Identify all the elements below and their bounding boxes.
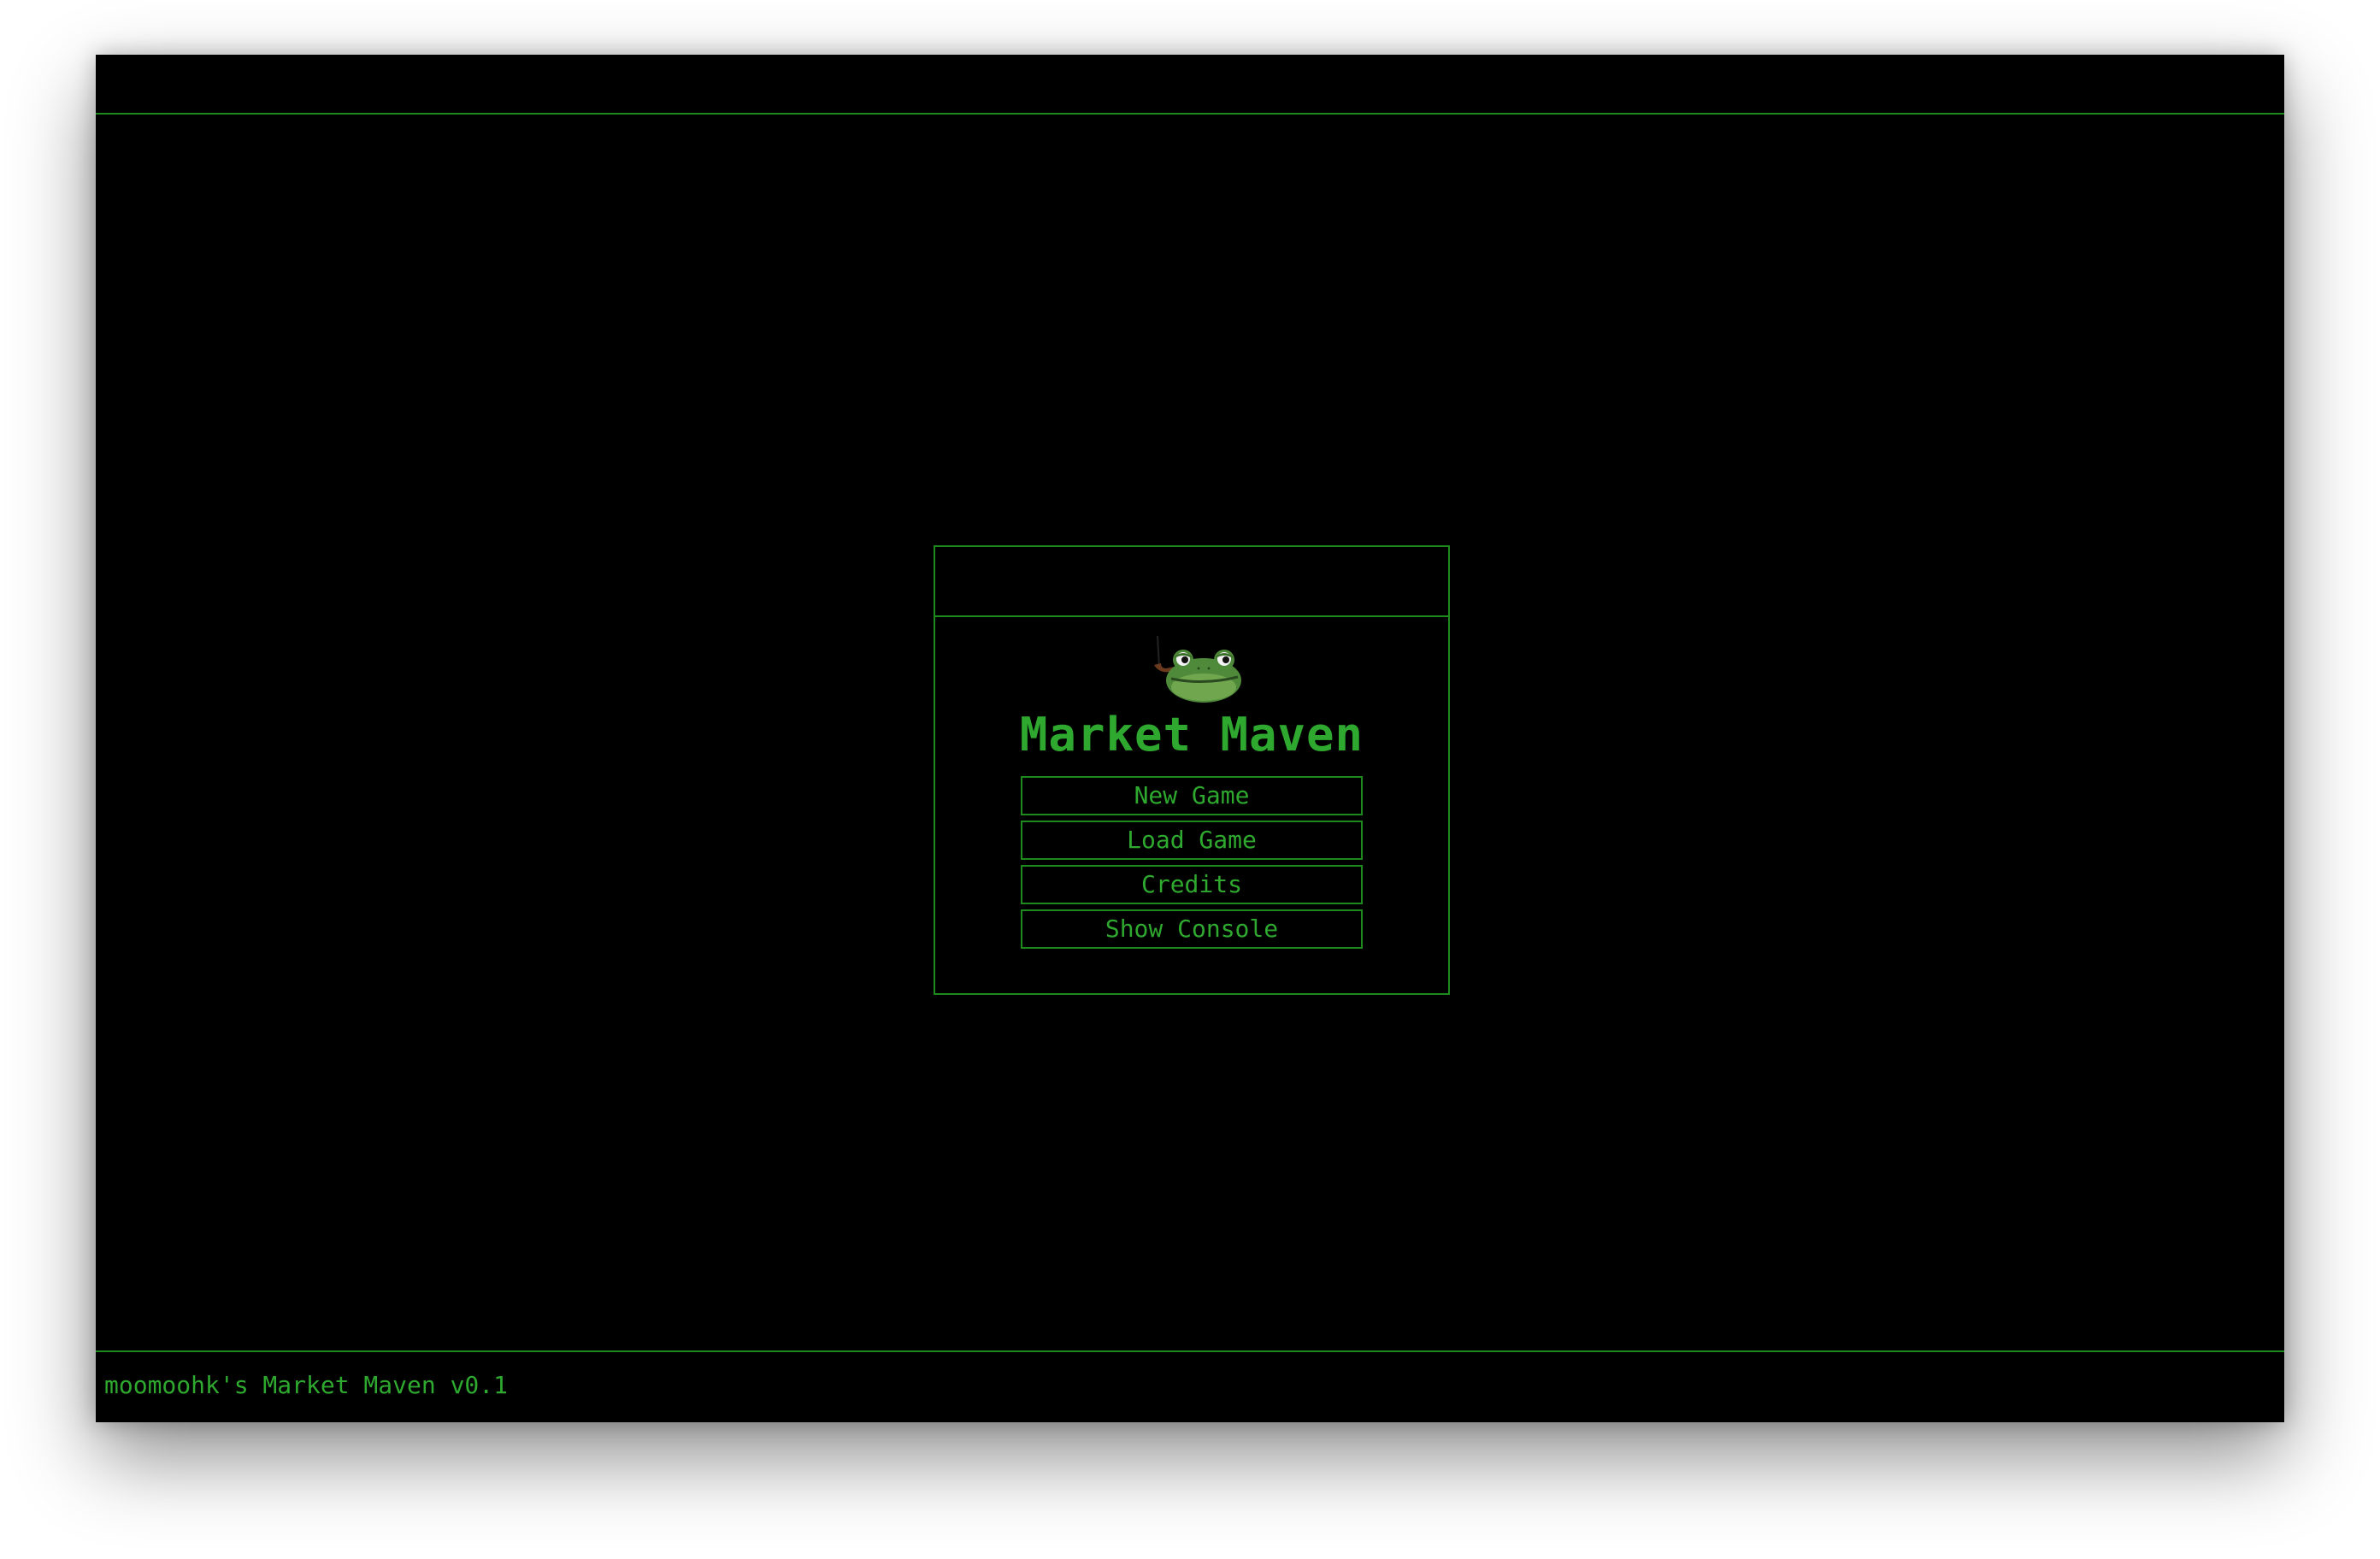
panel-header: [935, 547, 1448, 617]
game-title: Market Maven: [1019, 708, 1364, 762]
status-bar: moomoohk's Market Maven v0.1: [96, 1350, 2284, 1422]
show-console-button[interactable]: Show Console: [1021, 909, 1363, 949]
top-bar: [96, 55, 2284, 115]
frog-smoking-pipe-icon: [1154, 636, 1241, 703]
new-game-button[interactable]: New Game: [1021, 776, 1363, 815]
load-game-button[interactable]: Load Game: [1021, 821, 1363, 860]
credits-button[interactable]: Credits: [1021, 865, 1363, 904]
menu-button-list: New Game Load Game Credits Show Console: [1021, 776, 1363, 954]
app-window: Market Maven New Game Load Game Credits …: [96, 55, 2284, 1422]
main-menu-panel: Market Maven New Game Load Game Credits …: [934, 545, 1450, 995]
version-label: moomoohk's Market Maven v0.1: [104, 1371, 509, 1399]
